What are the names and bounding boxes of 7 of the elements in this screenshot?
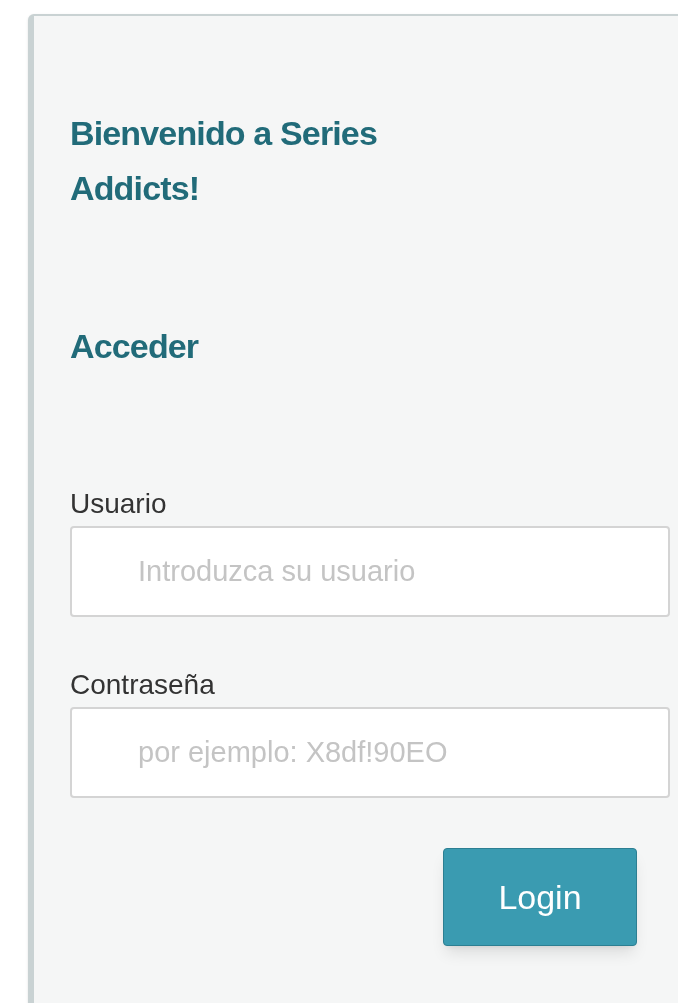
input-field[interactable]: por ejemplo: X8df!90EO	[70, 707, 670, 798]
welcome-heading: Bienvenido a Series Addicts!	[70, 113, 378, 209]
input-field[interactable]: Introduzca su usuario	[70, 526, 670, 617]
login-button[interactable]: Login	[443, 848, 637, 946]
field-label: Contraseña	[70, 668, 215, 702]
section-heading: Acceder	[70, 326, 199, 366]
field-label: Usuario	[70, 487, 167, 521]
